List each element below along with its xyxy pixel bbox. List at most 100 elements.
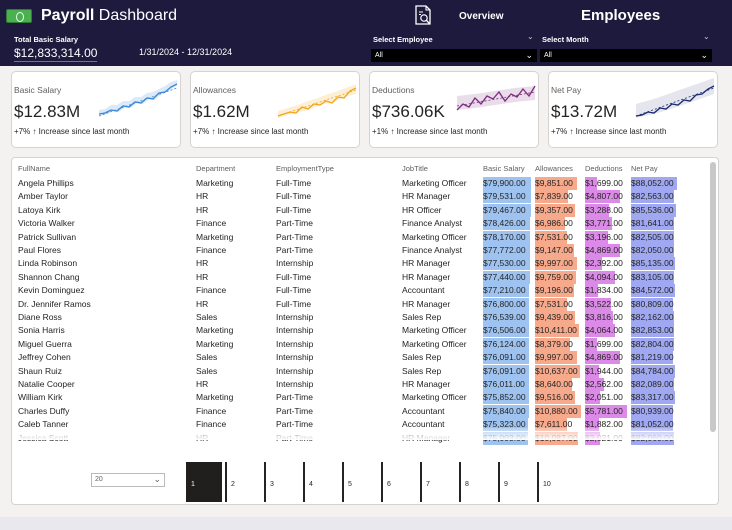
table-row[interactable]: Charles Duffy Finance Part-Time Accountant $… xyxy=(12,404,712,418)
table-row[interactable]: Natalie Cooper HR Internship HR Manager $76,… xyxy=(12,378,712,391)
cell-basic-salary: $77,210.00 xyxy=(483,285,526,296)
bottom-strip xyxy=(0,517,732,530)
cell-deductions: $5,781.00 xyxy=(585,405,623,416)
cell-basic-salary: $79,467.00 xyxy=(483,204,526,215)
cell-net-pay: $82,853.00 xyxy=(631,325,674,336)
card-trend: +1% ↑ Increase since last month xyxy=(372,127,488,136)
cell-department: Finance xyxy=(196,218,227,229)
cell-job-title: Finance Analyst xyxy=(402,245,463,255)
cell-basic-salary: $77,530.00 xyxy=(483,258,526,269)
table-row[interactable]: Dr. Jennifer Ramos HR Full-Time HR Manager $… xyxy=(12,297,712,311)
cell-allowances: $7,531.00 xyxy=(535,298,573,309)
cell-employment-type: Part-Time xyxy=(276,218,313,229)
card-value: $736.06K xyxy=(372,102,445,121)
basic-salary-card[interactable]: Basic Salary $12.83M +7% ↑ Increase sinc… xyxy=(11,71,181,148)
table-row[interactable]: Patrick Sullivan Marketing Part-Time Market… xyxy=(12,230,712,244)
report-search-icon[interactable] xyxy=(412,4,434,28)
cell-deductions: $1,699.00 xyxy=(585,178,623,188)
page-button-10[interactable]: 10 xyxy=(537,462,573,502)
select-month-value: All xyxy=(544,52,552,59)
net-pay-card[interactable]: Net Pay $13.72M +7% ↑ Increase since las… xyxy=(548,71,718,148)
page-button-4[interactable]: 4 xyxy=(303,462,339,502)
allowances-card[interactable]: Allowances $1.62M +7% ↑ Increase since l… xyxy=(190,71,360,148)
cell-deductions: $1,944.00 xyxy=(585,365,623,376)
cell-basic-salary: $79,531.00 xyxy=(483,191,526,202)
column-header-department[interactable]: Department xyxy=(196,164,235,173)
cell-fullname: William Kirk xyxy=(18,392,63,403)
cell-job-title: Marketing Officer xyxy=(402,325,467,336)
cell-allowances: $9,357.00 xyxy=(535,204,573,215)
page-button-2[interactable]: 2 xyxy=(225,462,261,502)
card-label: Basic Salary xyxy=(14,85,62,95)
table-row[interactable]: Jeffrey Cohen Sales Internship Sales Rep $76… xyxy=(12,351,712,365)
page-size-value: 20 xyxy=(95,476,103,483)
cell-net-pay: $80,939.00 xyxy=(631,405,674,416)
table-row[interactable]: Latoya Kirk HR Full-Time HR Officer $79,467.… xyxy=(12,203,712,217)
nav-employees-button[interactable]: Employees xyxy=(581,7,660,24)
chevron-down-icon[interactable]: ⌄ xyxy=(527,32,534,41)
table-row[interactable]: Shannon Chang HR Full-Time HR Manager $77,44… xyxy=(12,270,712,284)
table-row[interactable]: Sonia Harris Marketing Internship Marketing… xyxy=(12,324,712,338)
page-button-8[interactable]: 8 xyxy=(459,462,495,502)
cell-employment-type: Full-Time xyxy=(276,285,312,296)
cell-deductions: $4,869.00 xyxy=(585,352,623,363)
column-header-employment-type[interactable]: EmploymentType xyxy=(276,164,334,173)
vertical-scrollbar[interactable] xyxy=(710,162,716,432)
table-row[interactable]: Kevin Dominguez Finance Full-Time Accountan… xyxy=(12,284,712,298)
table-row[interactable]: Diane Ross Sales Internship Sales Rep $76,53… xyxy=(12,311,712,324)
cell-basic-salary: $76,011.00 xyxy=(483,379,525,389)
table-row[interactable]: William Kirk Marketing Part-Time Marketing … xyxy=(12,391,712,405)
table-row[interactable]: Miguel Guerra Marketing Internship Marketin… xyxy=(12,337,712,351)
page-button-5[interactable]: 5 xyxy=(342,462,378,502)
total-basic-salary-value: $12,833,314.00 xyxy=(14,46,98,62)
column-header-allowances[interactable]: Allowances xyxy=(535,164,573,173)
cell-department: Finance xyxy=(196,245,227,255)
cell-allowances: $9,147.00 xyxy=(535,245,573,255)
page-button-6[interactable]: 6 xyxy=(381,462,417,502)
cell-department: Sales xyxy=(196,352,218,363)
sparkline xyxy=(456,85,536,111)
table-row[interactable]: Amber Taylor HR Full-Time HR Manager $79,531… xyxy=(12,190,712,204)
cell-fullname: Charles Duffy xyxy=(18,405,70,416)
column-header-fullname[interactable]: FullName xyxy=(18,164,50,173)
column-header-basic-salary[interactable]: Basic Salary xyxy=(483,164,525,173)
card-value: $1.62M xyxy=(193,102,250,121)
cell-fullname: Sonia Harris xyxy=(18,325,65,336)
deductions-card[interactable]: Deductions $736.06K +1% ↑ Increase since… xyxy=(369,71,539,148)
page-button-1[interactable]: 1 xyxy=(186,462,222,502)
nav-overview-button[interactable]: Overview xyxy=(459,11,503,22)
scrollbar-thumb[interactable] xyxy=(710,162,716,432)
table-row[interactable]: Shaun Ruiz Sales Internship Sales Rep $76,09… xyxy=(12,364,712,378)
cell-net-pay: $88,052.00 xyxy=(631,178,674,188)
cell-allowances: $9,997.00 xyxy=(535,352,573,363)
cell-basic-salary: $77,440.00 xyxy=(483,271,526,282)
cell-job-title: Marketing Officer xyxy=(402,338,467,349)
chevron-down-icon[interactable]: ⌄ xyxy=(703,32,710,41)
cell-job-title: Accountant xyxy=(402,285,445,296)
cell-net-pay: $82,505.00 xyxy=(631,231,674,242)
cell-net-pay: $84,572.00 xyxy=(631,285,674,296)
cell-job-title: Finance Analyst xyxy=(402,218,463,229)
page-button-7[interactable]: 7 xyxy=(420,462,456,502)
cell-net-pay: $84,784.00 xyxy=(631,365,674,376)
cell-fullname: Kevin Dominguez xyxy=(18,285,85,296)
cell-deductions: $4,064.00 xyxy=(585,325,623,336)
cell-net-pay: $82,162.00 xyxy=(631,312,674,322)
card-label: Net Pay xyxy=(551,85,582,95)
page-size-dropdown[interactable]: 20 ⌄ xyxy=(91,473,165,487)
page-button-3[interactable]: 3 xyxy=(264,462,300,502)
table-row[interactable]: Paul Flores Finance Part-Time Finance Analy… xyxy=(12,244,712,257)
table-row[interactable]: Victoria Walker Finance Part-Time Finance A… xyxy=(12,217,712,231)
select-employee-dropdown[interactable]: All ⌄ xyxy=(371,49,537,62)
page-button-9[interactable]: 9 xyxy=(498,462,534,502)
cell-allowances: $9,516.00 xyxy=(535,392,573,403)
table-row[interactable]: Angela Phillips Marketing Full-Time Marketi… xyxy=(12,177,712,190)
column-header-job-title[interactable]: JobTitle xyxy=(402,164,428,173)
column-header-net-pay[interactable]: Net Pay xyxy=(631,164,658,173)
chevron-down-icon: ⌄ xyxy=(153,474,161,484)
column-header-deductions[interactable]: Deductions xyxy=(585,164,623,173)
select-employee-label: Select Employee xyxy=(373,35,433,44)
cell-allowances: $10,411.00 xyxy=(535,325,577,336)
table-row[interactable]: Linda Robinson HR Internship HR Manager $77,… xyxy=(12,257,712,271)
select-month-dropdown[interactable]: All ⌄ xyxy=(540,49,712,62)
